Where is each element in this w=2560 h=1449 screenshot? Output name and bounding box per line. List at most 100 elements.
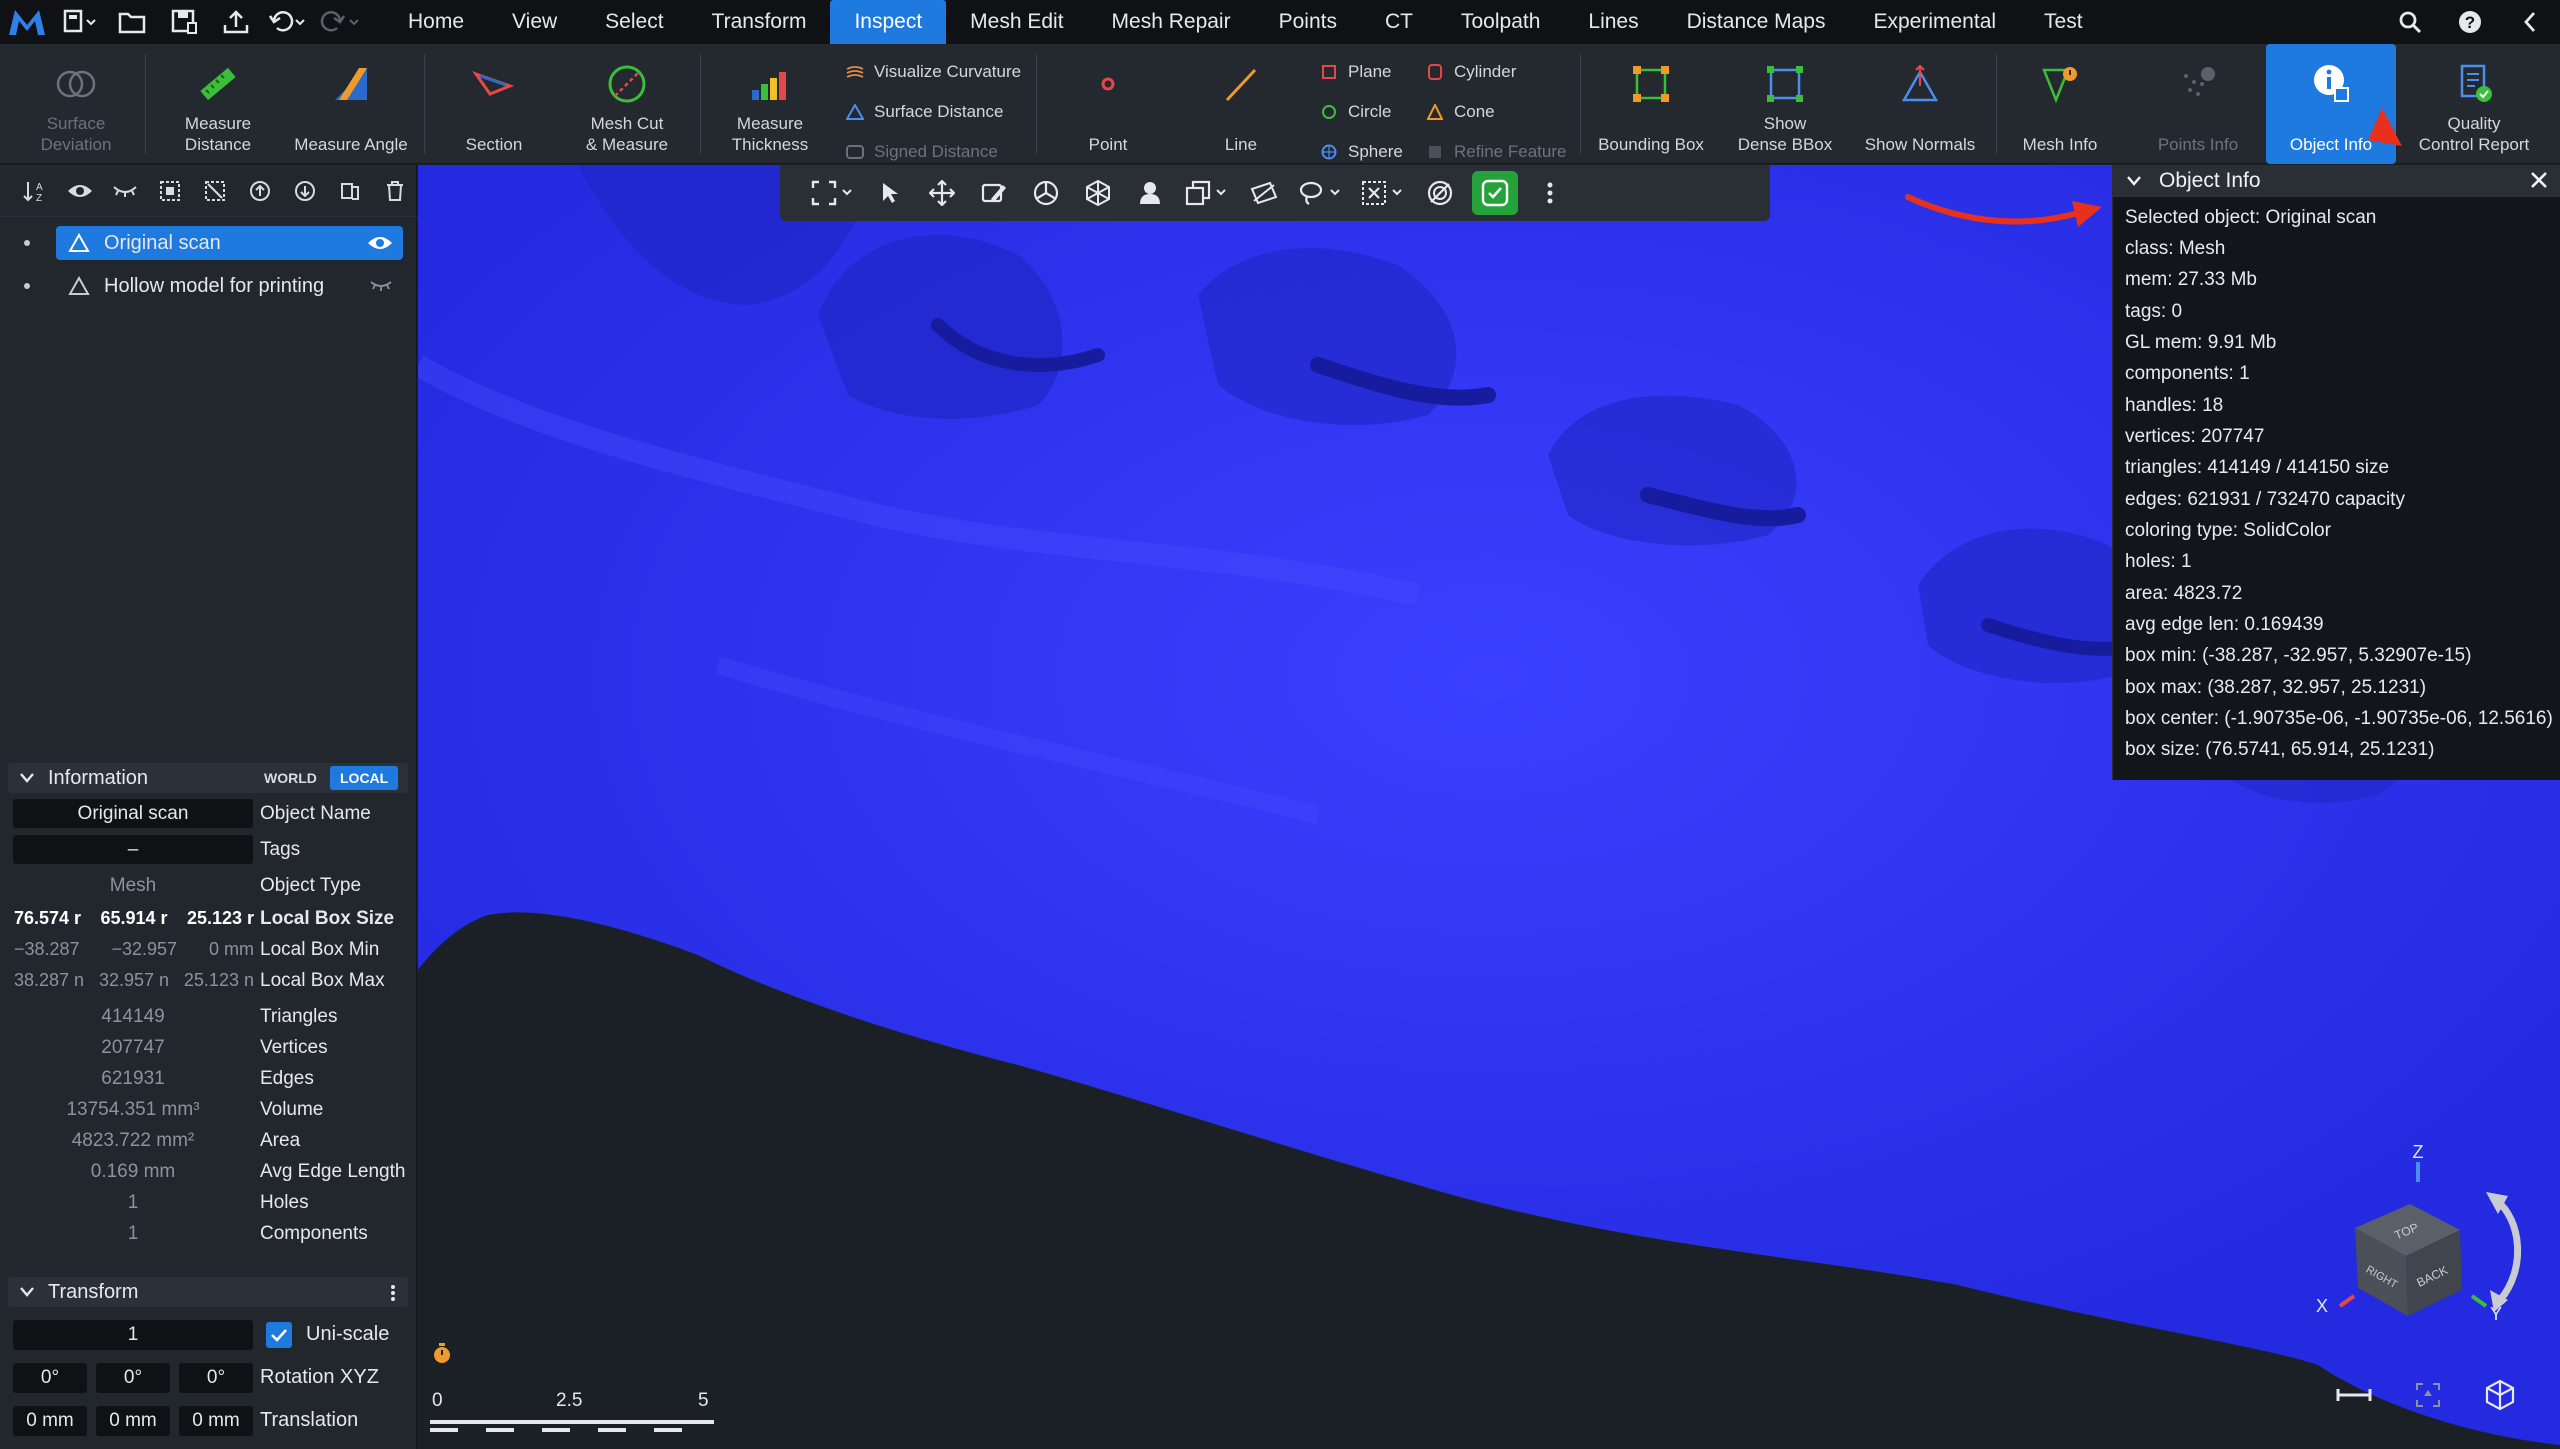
bounding-box-button[interactable]: Bounding Box bbox=[1592, 44, 1710, 164]
view-modes-icon[interactable] bbox=[1176, 169, 1238, 217]
tab-mesh-repair[interactable]: Mesh Repair bbox=[1088, 0, 1255, 44]
tab-test[interactable]: Test bbox=[2020, 0, 2107, 44]
tab-view[interactable]: View bbox=[488, 0, 581, 44]
move-down-icon[interactable] bbox=[284, 171, 325, 211]
rotation-z-input[interactable]: 0° bbox=[179, 1363, 253, 1393]
deselect-icon[interactable] bbox=[194, 171, 235, 211]
fit-view-icon[interactable] bbox=[802, 169, 864, 217]
world-toggle[interactable]: WORLD bbox=[254, 766, 327, 790]
show-dense-bbox-button[interactable]: Show Dense BBox bbox=[1728, 44, 1842, 164]
tab-home[interactable]: Home bbox=[384, 0, 488, 44]
surface-deviation-button[interactable]: Surface Deviation bbox=[18, 44, 134, 164]
delete-trash-icon[interactable] bbox=[374, 171, 415, 211]
translation-y-input[interactable]: 0 mm bbox=[96, 1406, 170, 1436]
cylinder-button[interactable]: Cylinder bbox=[1426, 60, 1516, 84]
tab-distance-maps[interactable]: Distance Maps bbox=[1663, 0, 1850, 44]
move-up-icon[interactable] bbox=[239, 171, 280, 211]
tab-transform[interactable]: Transform bbox=[688, 0, 831, 44]
redo-icon[interactable] bbox=[314, 0, 366, 44]
report-icon bbox=[2460, 64, 2492, 102]
translation-x-input[interactable]: 0 mm bbox=[13, 1406, 87, 1436]
pick-object-icon[interactable] bbox=[1124, 169, 1176, 217]
annotation-arrowhead-up bbox=[2368, 108, 2402, 146]
show-normals-button[interactable]: Show Normals bbox=[1854, 44, 1986, 164]
tab-mesh-edit[interactable]: Mesh Edit bbox=[946, 0, 1087, 44]
measure-tool-icon[interactable] bbox=[2334, 1375, 2374, 1415]
perspective-cube-icon[interactable] bbox=[2480, 1375, 2520, 1415]
move-arrows-icon[interactable] bbox=[916, 169, 968, 217]
refine-feature-button[interactable]: Refine Feature bbox=[1426, 140, 1566, 164]
collapse-chevron-icon[interactable] bbox=[2500, 0, 2560, 44]
info-line: coloring type: SolidColor bbox=[2125, 520, 2331, 541]
visibility-eye-icon[interactable] bbox=[367, 234, 393, 252]
rotate-view-arrow-icon[interactable] bbox=[2493, 1197, 2521, 1303]
box-deselect-icon[interactable] bbox=[1352, 169, 1414, 217]
transform-section-header[interactable]: Transform bbox=[8, 1277, 408, 1307]
section-button[interactable]: Section bbox=[440, 44, 548, 164]
uniscale-checkbox[interactable] bbox=[266, 1322, 292, 1348]
translation-z-input[interactable]: 0 mm bbox=[179, 1406, 253, 1436]
measure-thickness-button[interactable]: Measure Thickness bbox=[714, 44, 826, 164]
rotation-y-input[interactable]: 0° bbox=[96, 1363, 170, 1393]
mesh-info-button[interactable]: Mesh Info bbox=[2010, 44, 2110, 164]
duplicate-icon[interactable] bbox=[329, 171, 370, 211]
visualize-curvature-button[interactable]: Visualize Curvature bbox=[846, 60, 1021, 84]
local-toggle[interactable]: LOCAL bbox=[330, 766, 399, 790]
center-view-icon[interactable] bbox=[2408, 1375, 2448, 1415]
point-button[interactable]: Point bbox=[1060, 44, 1156, 164]
confirm-check-icon[interactable] bbox=[1472, 171, 1518, 215]
cone-button[interactable]: Cone bbox=[1426, 100, 1495, 124]
hidden-eye-icon[interactable] bbox=[369, 280, 393, 292]
select-all-icon[interactable] bbox=[149, 171, 190, 211]
mesh-cut-measure-button[interactable]: Mesh Cut & Measure bbox=[568, 44, 686, 164]
toolbar-more-icon[interactable] bbox=[1524, 169, 1576, 217]
measure-distance-button[interactable]: Measure Distance bbox=[160, 44, 276, 164]
tab-select[interactable]: Select bbox=[581, 0, 687, 44]
undo-icon[interactable] bbox=[262, 0, 314, 44]
show-all-eye-icon[interactable] bbox=[59, 171, 100, 211]
tab-ct[interactable]: CT bbox=[1361, 0, 1437, 44]
line-button[interactable]: Line bbox=[1196, 44, 1286, 164]
orbit-icon[interactable] bbox=[1020, 169, 1072, 217]
surface-distance-button[interactable]: Surface Distance bbox=[846, 100, 1003, 124]
timer-icon[interactable] bbox=[432, 1342, 452, 1369]
information-section-header[interactable]: Information WORLD LOCAL bbox=[8, 763, 408, 793]
tab-toolpath[interactable]: Toolpath bbox=[1437, 0, 1564, 44]
select-cursor-icon[interactable] bbox=[864, 169, 916, 217]
tags-field[interactable]: – bbox=[13, 835, 253, 864]
more-options-icon[interactable] bbox=[390, 1284, 396, 1302]
sphere-button[interactable]: Sphere bbox=[1320, 140, 1403, 164]
tree-item-hollow-model[interactable]: Hollow model for printing bbox=[0, 268, 417, 304]
no-snap-icon[interactable] bbox=[1414, 169, 1466, 217]
scale-input[interactable]: 1 bbox=[13, 1320, 253, 1350]
hide-all-eye-icon[interactable] bbox=[104, 171, 145, 211]
tab-inspect[interactable]: Inspect bbox=[830, 0, 947, 44]
lasso-select-icon[interactable] bbox=[1290, 169, 1352, 217]
new-file-icon[interactable] bbox=[54, 0, 106, 44]
snap-mesh-icon[interactable] bbox=[1072, 169, 1124, 217]
tab-points[interactable]: Points bbox=[1255, 0, 1361, 44]
object-info-header[interactable]: Object Info bbox=[2113, 165, 2560, 197]
tab-experimental[interactable]: Experimental bbox=[1849, 0, 2020, 44]
points-info-button[interactable]: Points Info bbox=[2140, 44, 2256, 164]
ruler-icon bbox=[200, 67, 236, 101]
tab-lines[interactable]: Lines bbox=[1564, 0, 1662, 44]
view-cube[interactable]: TOP RIGHT BACK Z X Y bbox=[2300, 1140, 2540, 1345]
close-icon[interactable] bbox=[2528, 169, 2550, 191]
plane-button[interactable]: Plane bbox=[1320, 60, 1391, 84]
sort-icon[interactable]: AZ bbox=[14, 171, 55, 211]
object-name-field[interactable]: Original scan bbox=[13, 799, 253, 828]
export-icon[interactable] bbox=[210, 0, 262, 44]
rotation-x-input[interactable]: 0° bbox=[13, 1363, 87, 1393]
app-logo-icon[interactable] bbox=[0, 0, 54, 44]
search-icon[interactable] bbox=[2380, 0, 2440, 44]
tree-item-original-scan[interactable]: Original scan bbox=[0, 225, 417, 261]
paint-select-icon[interactable] bbox=[968, 169, 1020, 217]
help-icon[interactable]: ? bbox=[2440, 0, 2500, 44]
open-folder-icon[interactable] bbox=[106, 0, 158, 44]
measure-angle-button[interactable]: Measure Angle bbox=[290, 44, 412, 164]
save-icon[interactable] bbox=[158, 0, 210, 44]
signed-distance-button[interactable]: Signed Distance bbox=[846, 140, 998, 164]
circle-button[interactable]: Circle bbox=[1320, 100, 1391, 124]
clipping-plane-icon[interactable] bbox=[1238, 169, 1290, 217]
